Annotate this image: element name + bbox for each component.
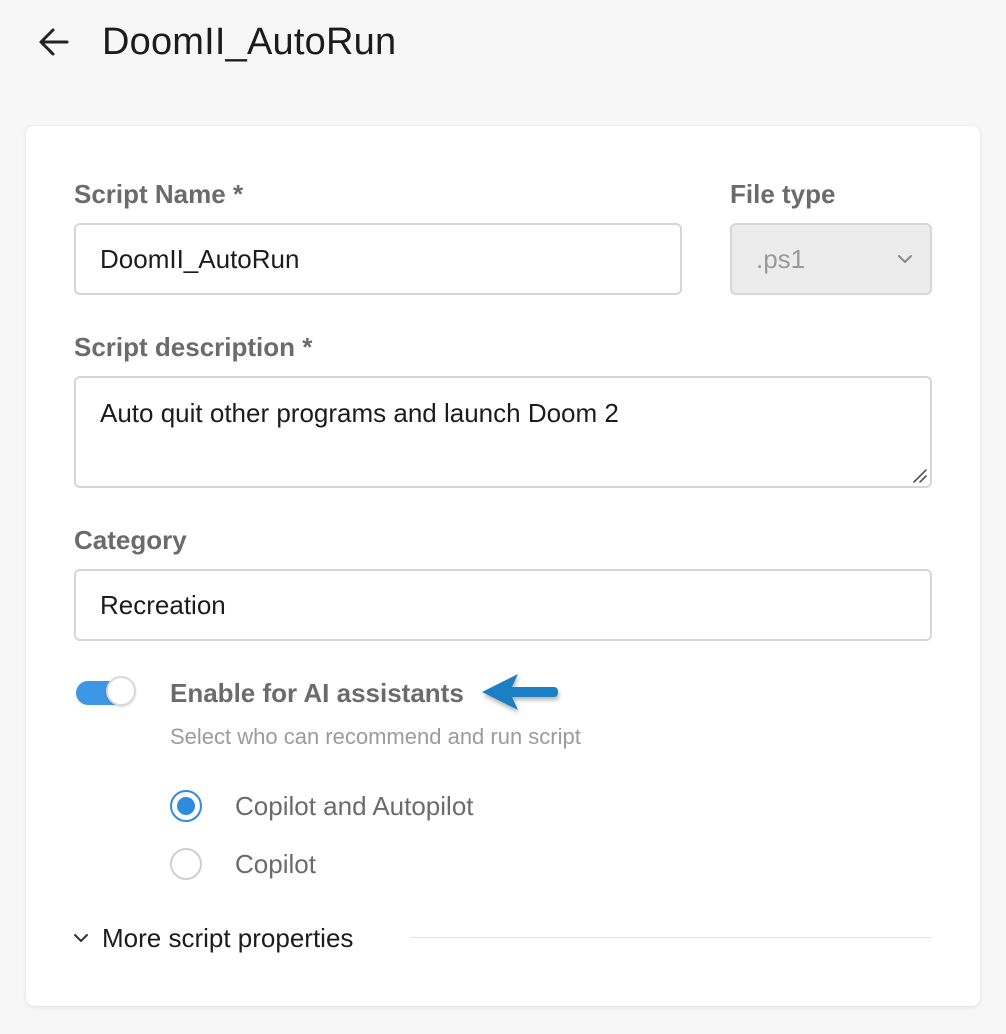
chevron-down-icon: [74, 934, 88, 942]
radio-copilot-and-autopilot[interactable]: Copilot and Autopilot: [170, 789, 474, 823]
ai-assistants-subtitle: Select who can recommend and run script: [170, 724, 581, 749]
more-script-properties-toggle[interactable]: More script properties: [72, 918, 353, 958]
radio-label: Copilot: [235, 848, 316, 879]
category-label: Category: [74, 525, 187, 555]
arrow-left-icon: [39, 28, 69, 56]
toggle-knob: [106, 676, 136, 706]
page-title: DoomII_AutoRun: [102, 21, 397, 63]
annotation-arrow-icon: [482, 674, 558, 710]
script-description-textarea[interactable]: Auto quit other programs and launch Doom…: [74, 376, 932, 488]
script-name-value: DoomII_AutoRun: [100, 243, 300, 274]
script-description-value: Auto quit other programs and launch Doom…: [100, 398, 619, 428]
resize-grip-icon[interactable]: [910, 466, 928, 484]
category-input[interactable]: Recreation: [74, 569, 932, 641]
chevron-down-icon: [898, 255, 912, 263]
radio-button-unchecked[interactable]: [170, 848, 202, 880]
radio-button-checked[interactable]: [170, 790, 202, 822]
file-type-label: File type: [730, 179, 836, 209]
radio-label: Copilot and Autopilot: [235, 790, 474, 821]
script-description-label: Script description *: [74, 332, 313, 362]
ai-assistants-title: Enable for AI assistants: [170, 678, 464, 708]
file-type-value: .ps1: [756, 243, 806, 274]
ai-assistants-toggle[interactable]: [76, 676, 138, 710]
file-type-select[interactable]: .ps1: [730, 223, 932, 295]
page-header: DoomII_AutoRun: [0, 0, 1006, 90]
script-name-input[interactable]: DoomII_AutoRun: [74, 223, 682, 295]
script-name-label: Script Name *: [74, 179, 244, 209]
more-script-properties-label: More script properties: [102, 922, 354, 953]
back-button[interactable]: [34, 22, 74, 62]
divider: [410, 937, 932, 938]
radio-copilot[interactable]: Copilot: [170, 847, 316, 881]
category-value: Recreation: [100, 589, 226, 620]
